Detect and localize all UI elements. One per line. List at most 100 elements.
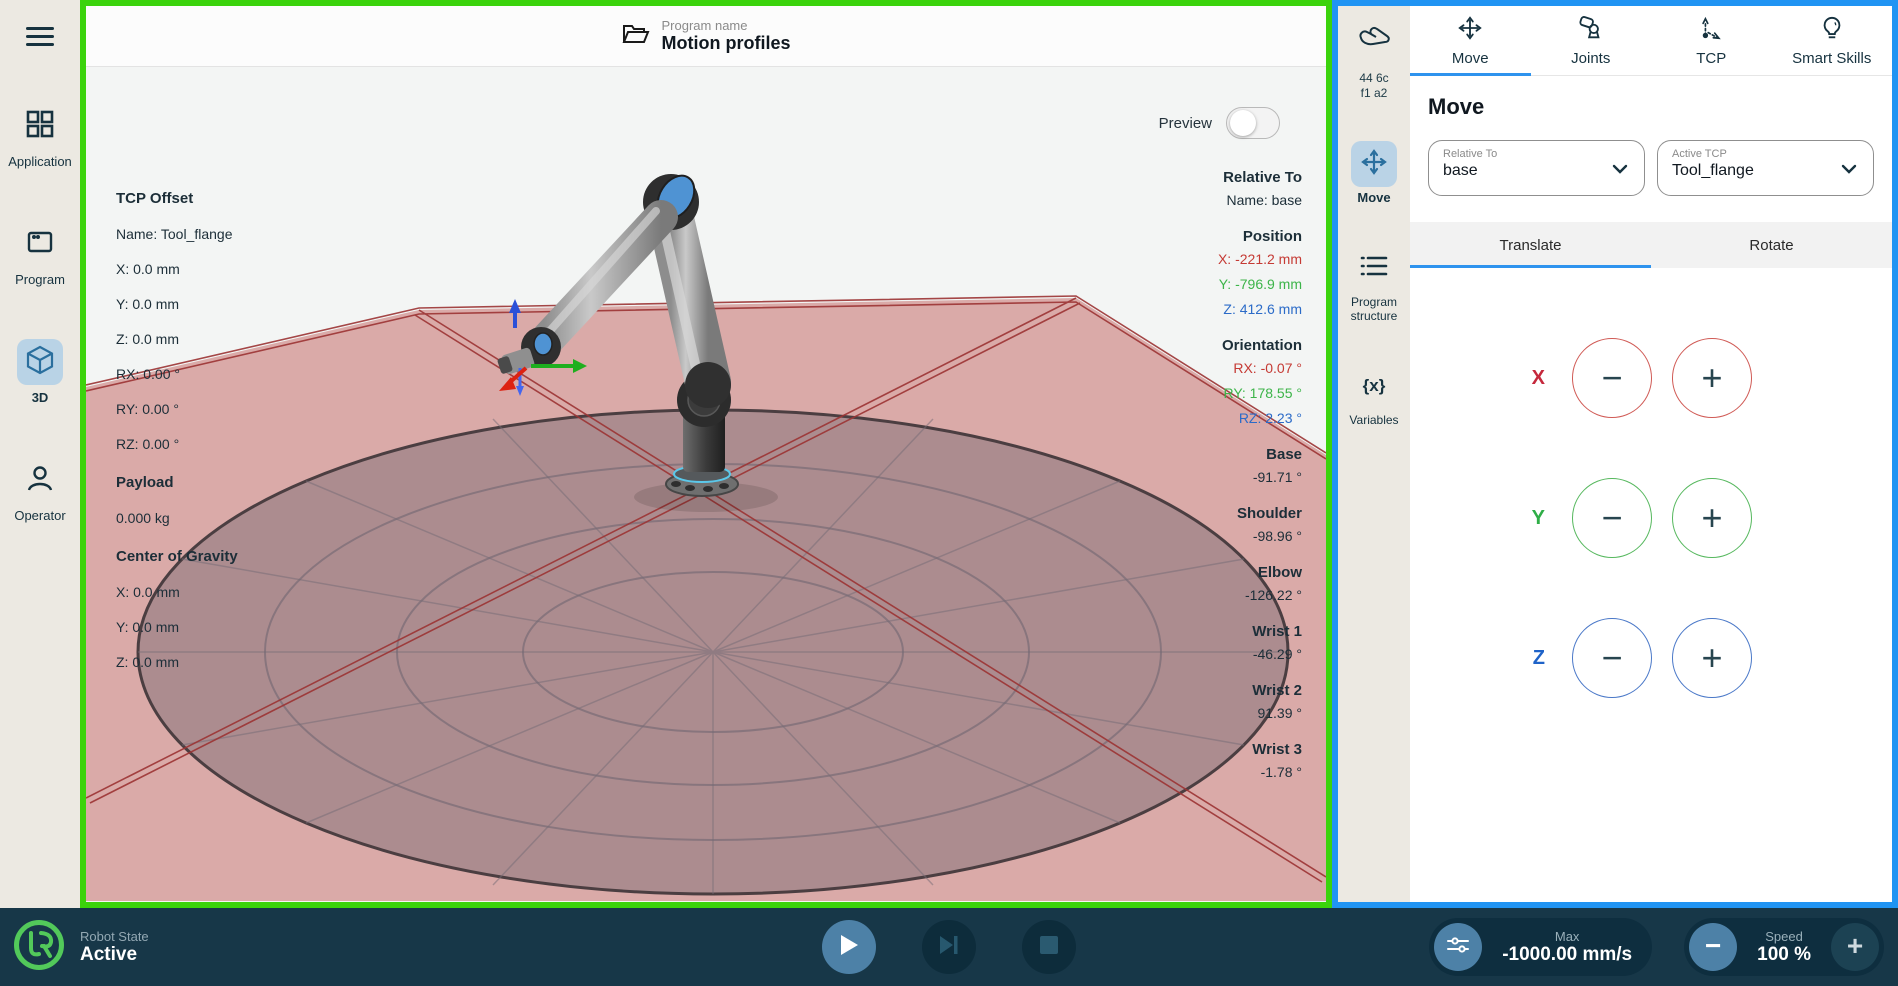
joint-label: Wrist 2 bbox=[1218, 680, 1302, 701]
orientation-title: Orientation bbox=[1218, 335, 1302, 356]
panel-tabs: Move Joints bbox=[1410, 6, 1892, 76]
payload-title: Payload bbox=[116, 473, 246, 492]
main-sidebar: Application Program 3D bbox=[0, 0, 80, 908]
tab-smart-skills[interactable]: Smart Skills bbox=[1772, 6, 1893, 75]
sidebar-item-label: Program bbox=[15, 272, 65, 287]
speed-increase-button[interactable]: + bbox=[1831, 923, 1879, 971]
move-section-title: Move bbox=[1428, 94, 1874, 120]
position-title: Position bbox=[1218, 226, 1302, 247]
joints-icon bbox=[1578, 15, 1604, 46]
tcp-offset-title: TCP Offset bbox=[116, 189, 246, 208]
joint-value: -1.78 ° bbox=[1218, 760, 1302, 785]
tab-move[interactable]: Move bbox=[1410, 6, 1531, 75]
preview-label: Preview bbox=[1159, 115, 1212, 132]
toggle-knob bbox=[1230, 110, 1256, 136]
tab-label: Joints bbox=[1571, 50, 1610, 67]
position-y: Y: -796.9 mm bbox=[1218, 272, 1302, 297]
speed-decrease-button[interactable]: − bbox=[1689, 923, 1737, 971]
program-header: Program name Motion profiles bbox=[86, 6, 1326, 67]
rail-item-label: Move bbox=[1357, 191, 1390, 205]
tcp-z: Z: 0.0 mm bbox=[116, 331, 246, 348]
play-icon bbox=[838, 933, 860, 962]
tab-label: TCP bbox=[1696, 50, 1726, 67]
relative-to-dropdown-value: base bbox=[1443, 162, 1630, 180]
sidebar-item-label: Application bbox=[8, 154, 72, 169]
program-window-icon bbox=[25, 227, 55, 262]
joint-label: Wrist 3 bbox=[1218, 739, 1302, 760]
cog-y: Y: 0.0 mm bbox=[116, 619, 246, 636]
speed-value: 100 % bbox=[1757, 944, 1811, 966]
robot-serial: 44 6c f1 a2 bbox=[1359, 71, 1388, 101]
active-tcp-dropdown-value: Tool_flange bbox=[1672, 162, 1859, 180]
x-plus-button[interactable]: + bbox=[1672, 338, 1752, 418]
hamburger-menu-icon[interactable] bbox=[26, 22, 54, 51]
sliders-icon bbox=[1446, 934, 1470, 961]
speed-settings-button[interactable] bbox=[1434, 923, 1482, 971]
lightbulb-icon bbox=[1819, 15, 1845, 46]
active-tcp-dropdown[interactable]: Active TCP Tool_flange bbox=[1657, 140, 1874, 196]
3d-viewport[interactable]: Preview TCP Offset Name: Tool_flange X: … bbox=[86, 67, 1326, 901]
robot-state-value: Active bbox=[80, 944, 149, 966]
rail-item-move[interactable]: Move bbox=[1351, 141, 1397, 205]
joint-value: -98.96 ° bbox=[1218, 524, 1302, 549]
z-minus-button[interactable]: − bbox=[1572, 618, 1652, 698]
translate-rotate-tabs: Translate Rotate bbox=[1410, 222, 1892, 268]
subtab-rotate[interactable]: Rotate bbox=[1651, 222, 1892, 268]
3d-view-panel: Program name Motion profiles bbox=[80, 0, 1332, 908]
sidebar-item-application[interactable]: Application bbox=[8, 103, 72, 169]
subtab-translate[interactable]: Translate bbox=[1410, 222, 1651, 268]
skip-to-end-button[interactable] bbox=[922, 920, 976, 974]
program-name-label: Program name bbox=[662, 18, 791, 33]
move-arrows-icon bbox=[1457, 15, 1483, 46]
skip-to-end-icon bbox=[937, 934, 961, 961]
chevron-down-icon bbox=[1839, 159, 1859, 184]
move-side-panel: 44 6c f1 a2 Move Program structure bbox=[1332, 0, 1898, 908]
stop-button[interactable] bbox=[1022, 920, 1076, 974]
axis-z-label: Z bbox=[1505, 647, 1545, 670]
max-label: Max bbox=[1555, 929, 1580, 944]
max-speed-pill: Max -1000.00 mm/s bbox=[1429, 918, 1652, 976]
sidebar-item-label: Operator bbox=[14, 508, 65, 523]
tcp-x: X: 0.0 mm bbox=[116, 261, 246, 278]
speed-pill: − Speed 100 % + bbox=[1684, 918, 1884, 976]
orientation-rx: RX: -0.07 ° bbox=[1218, 356, 1302, 381]
y-minus-button[interactable]: − bbox=[1572, 478, 1652, 558]
list-icon bbox=[1360, 254, 1388, 283]
y-plus-button[interactable]: + bbox=[1672, 478, 1752, 558]
joint-value: 91.39 ° bbox=[1218, 701, 1302, 726]
tab-label: Move bbox=[1452, 50, 1489, 67]
minus-icon: − bbox=[1705, 932, 1721, 960]
tcp-axes-icon bbox=[1698, 15, 1724, 46]
rail-item-variables[interactable]: {x} Variables bbox=[1349, 363, 1398, 427]
x-minus-button[interactable]: − bbox=[1572, 338, 1652, 418]
panel-content: Move Joints bbox=[1410, 6, 1892, 902]
play-button[interactable] bbox=[822, 920, 876, 974]
preview-toggle[interactable] bbox=[1226, 107, 1280, 139]
tab-tcp[interactable]: TCP bbox=[1651, 6, 1772, 75]
active-tcp-dropdown-label: Active TCP bbox=[1672, 148, 1859, 160]
sidebar-item-program[interactable]: Program bbox=[15, 221, 65, 287]
sidebar-item-3d[interactable]: 3D bbox=[17, 339, 63, 405]
rail-item-label: Variables bbox=[1349, 413, 1398, 427]
sidebar-item-operator[interactable]: Operator bbox=[14, 457, 65, 523]
stop-icon bbox=[1039, 935, 1059, 960]
plus-icon: + bbox=[1847, 932, 1863, 960]
ur-logo bbox=[12, 918, 66, 977]
axis-x-label: X bbox=[1505, 367, 1545, 390]
cog-title: Center of Gravity bbox=[116, 547, 246, 566]
pose-info-overlay: Relative To Name: base Position X: -221.… bbox=[1218, 167, 1302, 798]
cube-3d-icon bbox=[24, 344, 56, 381]
cog-x: X: 0.0 mm bbox=[116, 584, 246, 601]
relative-to-dropdown-label: Relative To bbox=[1443, 148, 1630, 160]
tcp-y: Y: 0.0 mm bbox=[116, 296, 246, 313]
tcp-rz: RZ: 0.00 ° bbox=[116, 436, 246, 453]
relative-to-dropdown[interactable]: Relative To base bbox=[1428, 140, 1645, 196]
hand-guide-icon[interactable] bbox=[1357, 22, 1391, 57]
variables-icon: {x} bbox=[1363, 376, 1386, 396]
rail-item-program-structure[interactable]: Program structure bbox=[1338, 245, 1410, 323]
z-plus-button[interactable]: + bbox=[1672, 618, 1752, 698]
tcp-name: Name: Tool_flange bbox=[116, 226, 246, 243]
panel-rail: 44 6c f1 a2 Move Program structure bbox=[1338, 6, 1410, 902]
tab-joints[interactable]: Joints bbox=[1531, 6, 1652, 75]
joint-label: Base bbox=[1218, 444, 1302, 465]
